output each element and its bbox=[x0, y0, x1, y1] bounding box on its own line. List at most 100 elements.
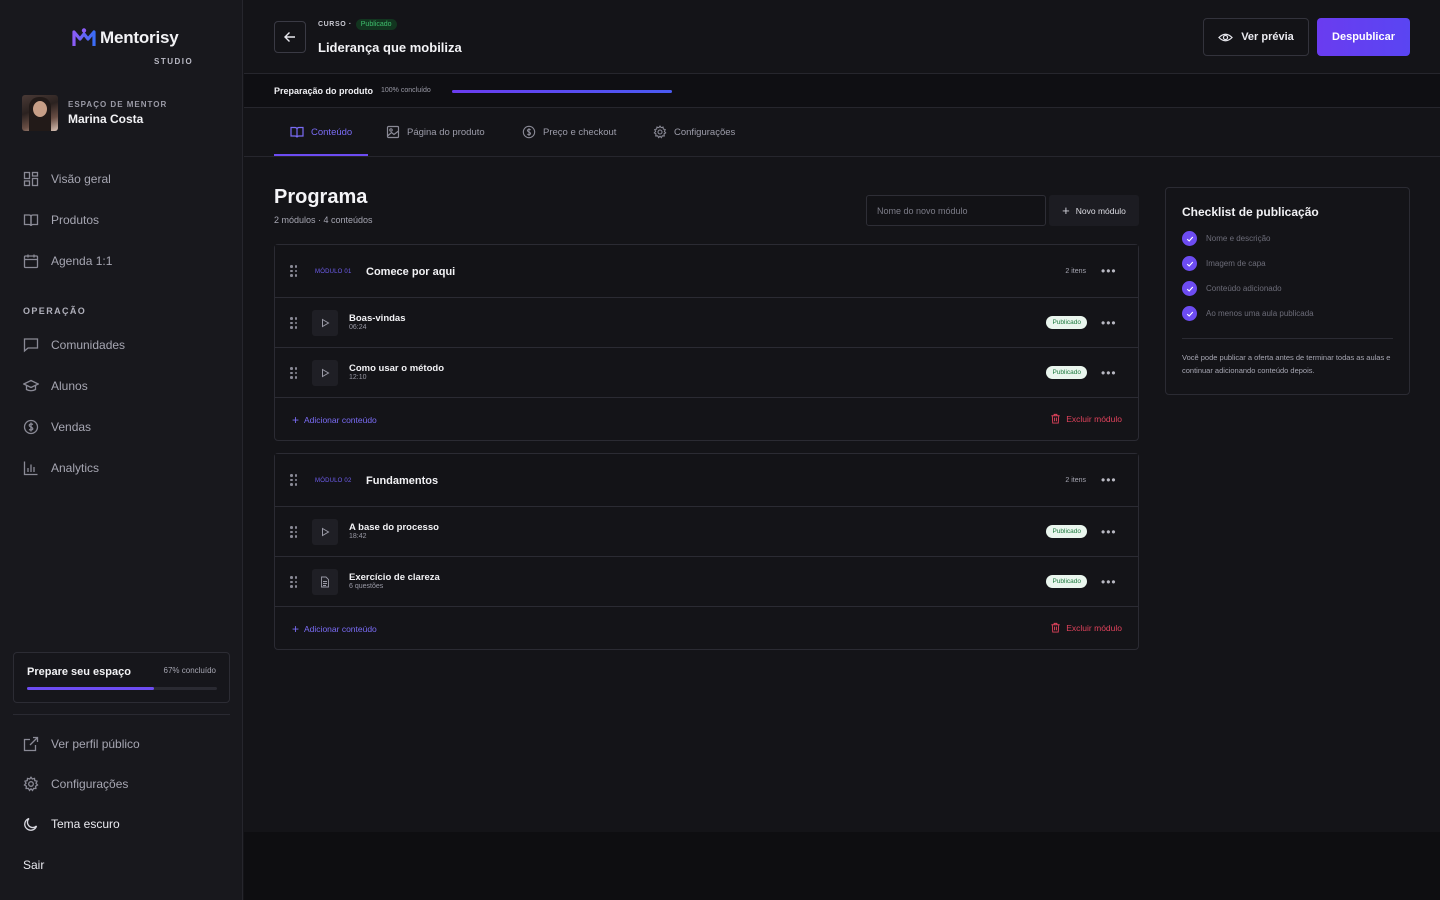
module-number: MÓDULO 01 bbox=[315, 269, 352, 275]
nav-item-produtos[interactable]: Produtos bbox=[22, 211, 99, 229]
drag-handle-icon[interactable] bbox=[290, 576, 298, 588]
item-duration: 18:42 bbox=[349, 533, 367, 540]
nav-label: Ver perfil público bbox=[51, 737, 140, 751]
checklist-item: Imagem de capa bbox=[1182, 256, 1266, 271]
sidebar-divider bbox=[13, 714, 230, 715]
play-icon bbox=[312, 519, 338, 545]
sidebar: Mentorisy STUDIO ESPAÇO DE MENTOR Marina… bbox=[0, 0, 243, 900]
tab-conteudo[interactable]: Conteúdo bbox=[290, 125, 352, 139]
nav-label: Agenda 1:1 bbox=[51, 254, 113, 268]
nav-label: Alunos bbox=[51, 379, 88, 393]
eye-icon bbox=[1218, 33, 1234, 41]
checklist-item: Conteúdo adicionado bbox=[1182, 281, 1282, 296]
theme-toggle[interactable]: Tema escuro bbox=[22, 815, 120, 833]
more-icon[interactable]: ••• bbox=[1101, 576, 1116, 588]
book-open-icon bbox=[290, 126, 304, 138]
nav-label: Vendas bbox=[51, 420, 92, 434]
prep-pct: 67% concluído bbox=[163, 666, 216, 675]
list-item[interactable]: Como usar o método 12:10 Publicado ••• bbox=[275, 348, 1138, 398]
more-icon[interactable]: ••• bbox=[1101, 317, 1116, 329]
logout-link[interactable]: Sair bbox=[23, 858, 44, 872]
nav-item-ver-perfil[interactable]: Ver perfil público bbox=[22, 735, 140, 753]
add-content-label: Adicionar conteúdo bbox=[304, 415, 377, 425]
tab-pagina-produto[interactable]: Página do produto bbox=[386, 125, 485, 139]
drag-handle-icon[interactable] bbox=[290, 265, 298, 277]
status-badge: Publicado bbox=[1046, 525, 1087, 538]
list-item[interactable]: A base do processo 18:42 Publicado ••• bbox=[275, 507, 1138, 557]
delete-module-button[interactable]: Excluir módulo bbox=[1050, 622, 1122, 633]
gear-icon bbox=[653, 125, 667, 139]
delete-module-button[interactable]: Excluir módulo bbox=[1050, 413, 1122, 424]
drag-handle-icon[interactable] bbox=[290, 526, 298, 538]
more-icon[interactable]: ••• bbox=[1101, 474, 1116, 486]
product-prep-row: Preparação do produto 100% concluído bbox=[244, 74, 1440, 108]
drag-handle-icon[interactable] bbox=[290, 474, 298, 486]
checklist-label: Conteúdo adicionado bbox=[1206, 284, 1282, 293]
more-icon[interactable]: ••• bbox=[1101, 526, 1116, 538]
image-icon bbox=[386, 125, 400, 139]
item-duration: 06:24 bbox=[349, 324, 367, 331]
new-module-button[interactable]: + Novo módulo bbox=[1049, 195, 1139, 226]
check-icon bbox=[1182, 281, 1197, 296]
dollar-circle-icon bbox=[522, 125, 536, 139]
nav-item-analytics[interactable]: Analytics bbox=[22, 459, 99, 477]
tab-preco-checkout[interactable]: Preço e checkout bbox=[522, 125, 616, 139]
checklist-note: Você pode publicar a oferta antes de ter… bbox=[1182, 353, 1391, 375]
add-content-button[interactable]: + Adicionar conteúdo bbox=[292, 413, 377, 427]
trash-icon bbox=[1051, 413, 1060, 424]
bar-chart-icon bbox=[22, 459, 40, 477]
nav-item-comunidades[interactable]: Comunidades bbox=[22, 336, 125, 354]
checklist-item: Nome e descrição bbox=[1182, 231, 1270, 246]
checklist-label: Nome e descrição bbox=[1206, 234, 1271, 243]
check-icon bbox=[1182, 231, 1197, 246]
module-item-count: 2 itens bbox=[1065, 268, 1086, 275]
prepare-space-card[interactable]: Prepare seu espaço 67% concluído bbox=[13, 652, 230, 703]
tab-label: Página do produto bbox=[407, 126, 485, 138]
add-content-label: Adicionar conteúdo bbox=[304, 624, 377, 634]
nav-item-agenda[interactable]: Agenda 1:1 bbox=[22, 252, 112, 270]
book-icon bbox=[22, 211, 40, 229]
checklist-label: Ao menos uma aula publicada bbox=[1206, 309, 1314, 318]
section-label-operacao: OPERAÇÃO bbox=[23, 306, 87, 316]
nav-label: Comunidades bbox=[51, 338, 126, 352]
nav-label: Visão geral bbox=[51, 172, 111, 186]
brand-logo[interactable]: Mentorisy bbox=[72, 28, 179, 48]
tab-label: Preço e checkout bbox=[543, 126, 617, 138]
unpublish-button[interactable]: Despublicar bbox=[1317, 18, 1410, 56]
nav-label: Analytics bbox=[51, 461, 100, 475]
checklist-label: Imagem de capa bbox=[1206, 259, 1266, 268]
check-icon bbox=[1182, 256, 1197, 271]
drag-handle-icon[interactable] bbox=[290, 317, 298, 329]
module-name: Fundamentos bbox=[366, 475, 439, 487]
nav-item-configuracoes[interactable]: Configurações bbox=[22, 775, 128, 793]
tab-configuracoes[interactable]: Configurações bbox=[653, 125, 735, 139]
new-module-input[interactable]: Nome do novo módulo bbox=[866, 195, 1046, 226]
list-item[interactable]: Boas-vindas 06:24 Publicado ••• bbox=[275, 298, 1138, 348]
preview-button[interactable]: Ver prévia bbox=[1203, 18, 1309, 56]
item-duration: 12:10 bbox=[349, 374, 367, 381]
main-content: CURSO · Publicado Liderança que mobiliza… bbox=[244, 0, 1440, 832]
back-button[interactable] bbox=[274, 21, 306, 53]
breadcrumb-label: CURSO · bbox=[318, 21, 352, 28]
nav-item-visao-geral[interactable]: Visão geral bbox=[22, 170, 111, 188]
checklist-title: Checklist de publicação bbox=[1182, 205, 1319, 219]
drag-handle-icon[interactable] bbox=[290, 367, 298, 379]
list-item[interactable]: Exercício de clareza 6 questões Publicad… bbox=[275, 557, 1138, 607]
mentor-profile[interactable]: ESPAÇO DE MENTOR Marina Costa bbox=[22, 95, 167, 131]
module-card: MÓDULO 02 Fundamentos 2 itens ••• A base… bbox=[274, 453, 1139, 650]
more-icon[interactable]: ••• bbox=[1101, 367, 1116, 379]
nav-item-vendas[interactable]: Vendas bbox=[22, 418, 91, 436]
graduation-cap-icon bbox=[22, 377, 40, 395]
module-header[interactable]: MÓDULO 02 Fundamentos 2 itens ••• bbox=[275, 454, 1138, 507]
delete-module-label: Excluir módulo bbox=[1066, 413, 1122, 424]
product-prep-pct: 100% concluído bbox=[381, 87, 431, 94]
gear-icon bbox=[22, 775, 40, 793]
breadcrumb: CURSO · Publicado bbox=[318, 19, 397, 30]
module-header[interactable]: MÓDULO 01 Comece por aqui 2 itens ••• bbox=[275, 245, 1138, 298]
more-icon[interactable]: ••• bbox=[1101, 265, 1116, 277]
add-content-button[interactable]: + Adicionar conteúdo bbox=[292, 622, 377, 636]
nav-label: Tema escuro bbox=[51, 817, 120, 831]
nav-item-alunos[interactable]: Alunos bbox=[22, 377, 88, 395]
checklist-divider bbox=[1182, 338, 1393, 339]
checklist-item: Ao menos uma aula publicada bbox=[1182, 306, 1314, 321]
